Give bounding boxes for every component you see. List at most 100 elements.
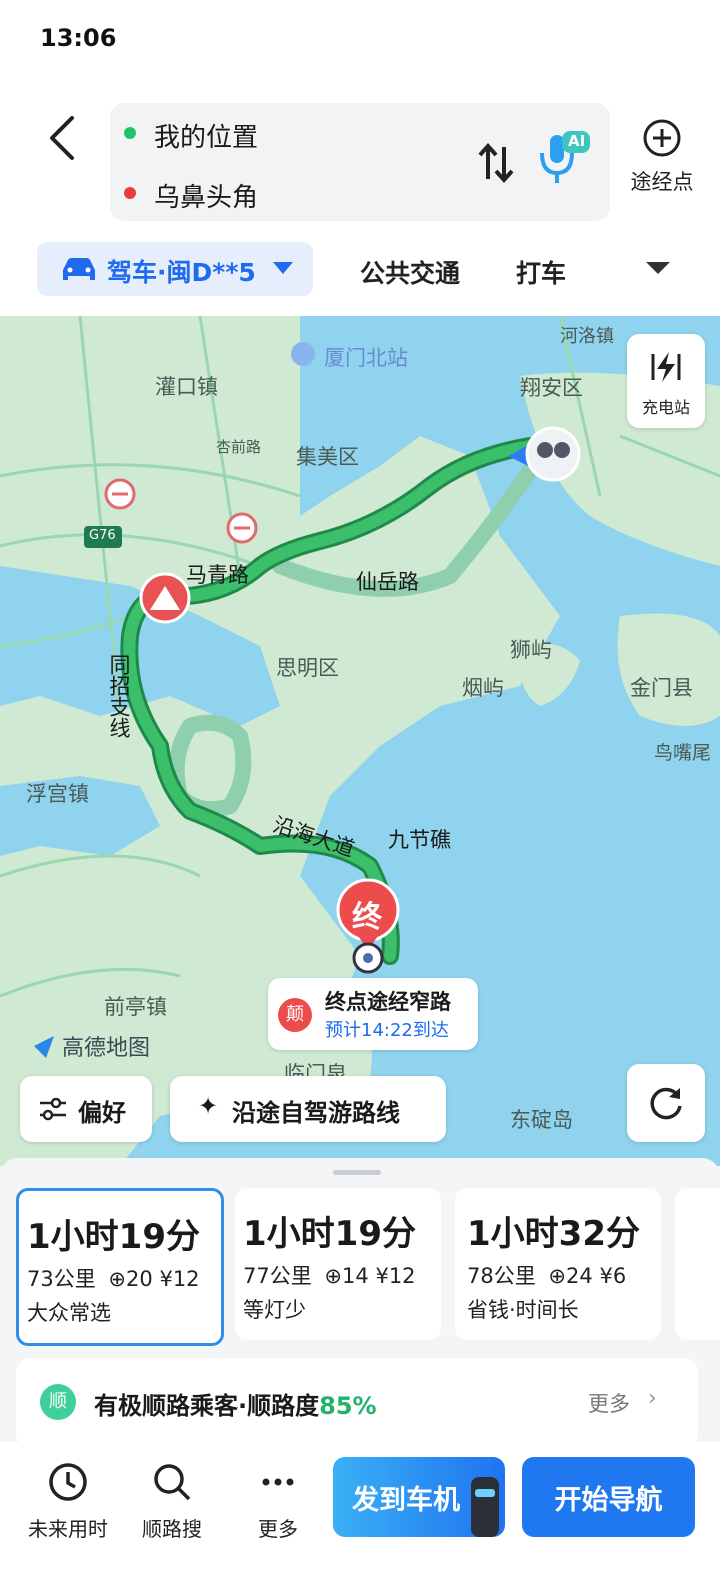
traffic-light-icon: ⊕: [324, 1264, 343, 1288]
status-bar: 13:06: [0, 0, 720, 80]
tab-transit[interactable]: 公共交通: [360, 254, 460, 290]
start-navigation-button[interactable]: 开始导航: [522, 1457, 695, 1537]
route-card-2[interactable]: 1小时19分 77公里 ⊕14 ¥12 等灯少: [235, 1188, 441, 1340]
tab-drive[interactable]: 驾车·闽D**5: [37, 242, 313, 296]
route-meta: 78公里 ⊕24 ¥6: [467, 1260, 626, 1290]
route-lights: 20: [126, 1267, 153, 1291]
more-label: 更多: [258, 1517, 298, 1541]
map-label: 烟屿: [462, 676, 504, 700]
carpool-label: 有极顺路乘客·顺路度: [94, 1392, 320, 1420]
future-time-label: 未来用时: [28, 1517, 108, 1541]
route-card-3[interactable]: 1小时32分 78公里 ⊕24 ¥6 省钱·时间长: [455, 1188, 661, 1340]
route-card-1[interactable]: 1小时19分 73公里 ⊕20 ¥12 大众常选: [16, 1188, 224, 1346]
refresh-button[interactable]: [627, 1064, 705, 1142]
more-modes-icon[interactable]: [646, 262, 670, 276]
start-navigation-label: 开始导航: [554, 1484, 663, 1516]
route-duration: 1小时19分: [27, 1217, 200, 1257]
narrow-road-bubble[interactable]: 颠 终点途经窄路 预计14:22到达: [268, 978, 478, 1050]
add-circle-icon: [643, 119, 681, 157]
chevron-left-icon: [50, 116, 74, 160]
sheet-handle[interactable]: [333, 1170, 381, 1175]
search-along-button[interactable]: 顺路搜: [122, 1460, 222, 1542]
map-label: 金门县: [630, 676, 693, 700]
preferences-button[interactable]: 偏好: [20, 1076, 152, 1142]
map-label: 思明区: [276, 656, 339, 680]
carpool-more[interactable]: 更多: [588, 1388, 630, 1418]
swap-button[interactable]: [476, 141, 516, 189]
map-label: 河洛镇: [560, 326, 614, 347]
add-via-button[interactable]: 途经点: [622, 118, 702, 196]
map-label: 浮宫镇: [26, 782, 89, 806]
bubble-title: 终点途经窄路: [325, 990, 451, 1014]
carpool-banner[interactable]: 顺 有极顺路乘客·顺路度85% 更多 ›: [16, 1358, 698, 1448]
clock-icon: [49, 1463, 87, 1501]
charging-station-button[interactable]: 充电站: [627, 334, 705, 428]
bubble-eta: 预计14:22到达: [325, 1020, 449, 1041]
car-icon: [63, 258, 95, 280]
origin-field[interactable]: 我的位置: [154, 117, 258, 154]
route-tag: 等灯少: [243, 1298, 306, 1322]
carpool-percent: 85%: [319, 1392, 377, 1420]
route-toll: ¥12: [375, 1264, 416, 1288]
route-lights: 24: [566, 1264, 593, 1288]
map-label: 同招支线: [107, 654, 131, 738]
map-label: 前亭镇: [104, 995, 167, 1019]
map-label: G76: [89, 528, 116, 543]
charging-icon: [651, 352, 681, 382]
bumpy-badge: 颠: [278, 998, 312, 1032]
route-lights: 14: [342, 1264, 369, 1288]
end-marker[interactable]: 终: [352, 892, 382, 936]
map-label: 九节礁: [388, 828, 451, 852]
route-distance: 77公里: [243, 1264, 312, 1288]
self-drive-label: 沿途自驾游路线: [232, 1099, 400, 1127]
ai-badge: AI: [568, 132, 586, 150]
sliders-icon: [40, 1097, 66, 1121]
search-icon: [154, 1464, 191, 1501]
destination-field[interactable]: 乌鼻头角: [154, 177, 258, 214]
drive-tab-label: 驾车·闽D**5: [107, 258, 256, 287]
future-time-button[interactable]: 未来用时: [18, 1460, 118, 1542]
route-tag: 大众常选: [27, 1301, 111, 1325]
origin-dot: [124, 127, 136, 139]
route-duration: 1小时19分: [243, 1214, 416, 1254]
send-to-car-button[interactable]: 发到车机: [333, 1457, 505, 1537]
tab-taxi[interactable]: 打车: [516, 254, 566, 290]
swap-icon: [478, 142, 514, 184]
ai-voice-button[interactable]: AI: [538, 129, 594, 191]
route-distance: 73公里: [27, 1267, 96, 1291]
back-button[interactable]: [40, 108, 90, 168]
charging-label: 充电站: [641, 398, 690, 417]
route-input-box: 我的位置 乌鼻头角 AI: [110, 103, 610, 221]
map-label: 厦门北站: [324, 346, 408, 370]
preferences-label: 偏好: [78, 1099, 126, 1127]
self-drive-routes-button[interactable]: ✦ 沿途自驾游路线: [170, 1076, 446, 1142]
map-label: 翔安区: [520, 376, 583, 400]
sparkle-icon: ✦: [198, 1092, 219, 1120]
route-meta: 73公里 ⊕20 ¥12: [27, 1263, 200, 1293]
traffic-light-icon: ⊕: [548, 1264, 567, 1288]
more-dots-icon: [262, 1478, 294, 1486]
map-label: 仙岳路: [356, 570, 419, 594]
map-label: 鸟嘴尾: [654, 742, 712, 764]
more-button[interactable]: 更多: [228, 1460, 328, 1542]
refresh-icon: [650, 1087, 682, 1120]
traffic-light-icon: ⊕: [108, 1267, 127, 1291]
route-toll: ¥6: [599, 1264, 627, 1288]
search-along-label: 顺路搜: [142, 1517, 202, 1541]
carpool-badge: 顺: [40, 1384, 76, 1420]
chevron-right-icon: ›: [648, 1386, 657, 1411]
via-label: 途经点: [630, 170, 694, 194]
route-tag: 省钱·时间长: [467, 1298, 579, 1322]
map-label: 灌口镇: [155, 375, 218, 399]
map-label: 集美区: [296, 445, 359, 469]
status-time: 13:06: [40, 24, 117, 52]
car-unit-icon: [471, 1477, 499, 1537]
carpool-text: 有极顺路乘客·顺路度85%: [94, 1386, 377, 1421]
map-label: 狮屿: [510, 638, 552, 662]
route-distance: 78公里: [467, 1264, 536, 1288]
caret-down-icon: [273, 262, 293, 274]
route-card-more[interactable]: [675, 1188, 720, 1340]
route-toll: ¥12: [159, 1267, 200, 1291]
route-map[interactable]: 厦门北站 灌口镇 翔安区 杏前路 集美区 G76 马青路 仙岳路 思明区 狮屿 …: [0, 316, 720, 1166]
map-label: 东碇岛: [510, 1108, 573, 1132]
